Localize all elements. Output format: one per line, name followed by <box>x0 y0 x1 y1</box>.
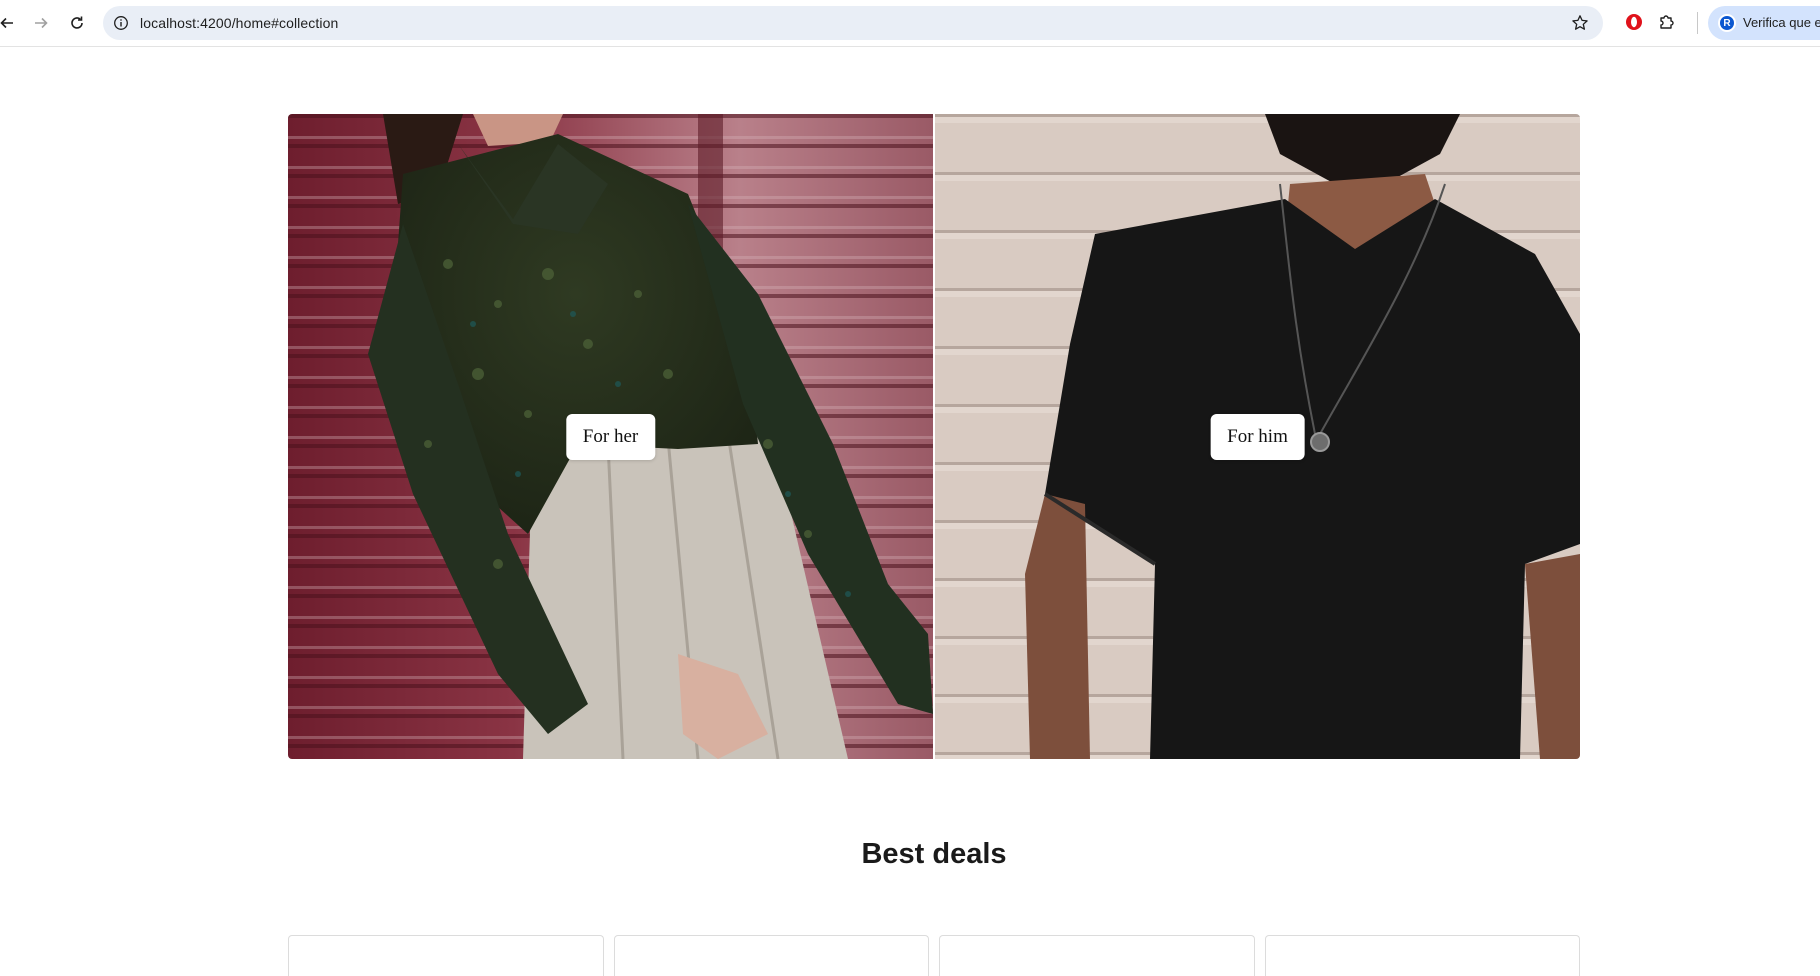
opera-extension-icon[interactable] <box>1624 12 1644 32</box>
toolbar-divider <box>1697 12 1698 34</box>
url-text[interactable]: localhost:4200/home#collection <box>140 15 338 31</box>
for-him-label[interactable]: For him <box>1210 414 1305 460</box>
reload-button[interactable] <box>64 10 90 36</box>
forward-button[interactable] <box>28 10 54 36</box>
for-her-label[interactable]: For her <box>565 414 656 460</box>
deal-card[interactable] <box>613 935 929 976</box>
arrow-left-icon <box>0 17 13 29</box>
reload-icon <box>71 16 83 29</box>
bookmark-star-icon[interactable] <box>1571 14 1589 32</box>
site-info-icon[interactable] <box>113 15 129 31</box>
back-button[interactable] <box>0 10 20 36</box>
arrow-right-icon <box>35 17 48 29</box>
extensions-puzzle-icon[interactable] <box>1657 12 1677 32</box>
profile-avatar: R <box>1718 14 1736 32</box>
best-deals-row <box>288 935 1580 976</box>
collection-card-him[interactable]: For him <box>935 114 1580 759</box>
profile-chip[interactable]: R Verifica que er <box>1708 6 1820 40</box>
deal-card[interactable] <box>288 935 604 976</box>
collection-card-her[interactable]: For her <box>288 114 933 759</box>
address-bar[interactable]: localhost:4200/home#collection <box>103 6 1603 40</box>
collection-section: For her For him <box>288 114 1580 759</box>
deal-card[interactable] <box>1264 935 1580 976</box>
deal-card[interactable] <box>939 935 1255 976</box>
profile-chip-text: Verifica que er <box>1743 15 1820 30</box>
browser-toolbar: localhost:4200/home#collection R Verific… <box>0 0 1820 47</box>
best-deals-title: Best deals <box>861 838 1007 870</box>
